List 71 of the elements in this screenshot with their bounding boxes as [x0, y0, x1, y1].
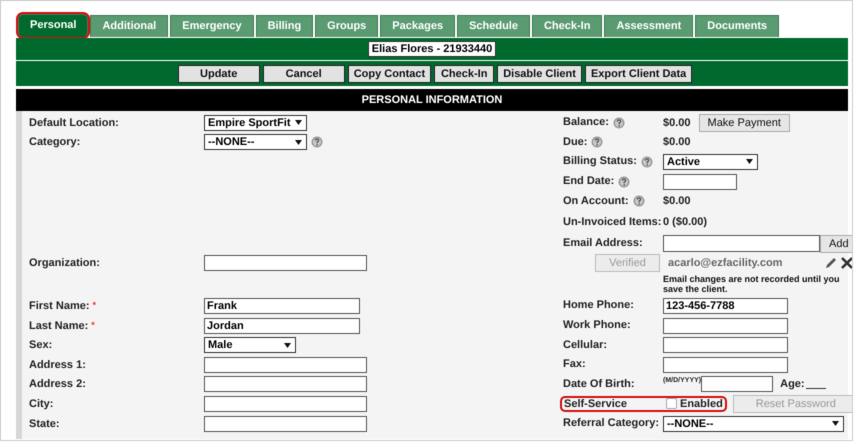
action-button[interactable]: Export Client Data: [584, 64, 692, 82]
field-label: Email Address:: [563, 238, 643, 250]
text-field[interactable]: [204, 416, 367, 432]
field-label: Last Name:: [29, 320, 88, 332]
field-label: First Name:: [29, 300, 90, 312]
field-label: Address 1:: [29, 358, 86, 371]
caret-icon: [284, 342, 291, 348]
field-label: Referral Category:: [563, 418, 659, 430]
field-label: Billing Status:: [563, 156, 637, 168]
note-text: Email changes are not recorded until you save the client.: [663, 274, 841, 295]
field-value: $0.00: [663, 136, 691, 148]
field-label: Organization:: [29, 257, 100, 270]
required-mark: *: [91, 320, 95, 330]
field-value: $0.00: [663, 116, 691, 129]
field-label: Home Phone:: [563, 300, 634, 312]
field-label: Address 2:: [29, 378, 86, 390]
dropdown[interactable]: Empire SportFit: [204, 114, 307, 131]
field-label: On Account:: [563, 196, 629, 207]
text-field[interactable]: [204, 376, 367, 392]
caret-icon: [832, 421, 839, 426]
field-label: Fax:: [563, 359, 586, 370]
field-label: City:: [29, 398, 54, 410]
required-mark: *: [92, 300, 96, 310]
caret-icon: [295, 140, 302, 145]
field-label: Self-Service: [564, 398, 628, 410]
dropdown[interactable]: Male: [204, 337, 296, 354]
text-field[interactable]: Jordan: [204, 318, 360, 334]
text-field[interactable]: [663, 174, 737, 190]
text-field[interactable]: [204, 356, 367, 373]
text-field[interactable]: [663, 337, 788, 354]
action-button[interactable]: Copy Contact: [348, 64, 432, 82]
age-label: Age:: [780, 378, 805, 390]
text-field[interactable]: Frank: [204, 298, 360, 314]
caret-icon: [295, 120, 302, 126]
action-button[interactable]: Disable Client: [497, 64, 582, 82]
dropdown[interactable]: Active: [663, 154, 758, 170]
email-address: acarlo@ezfacility.com: [668, 257, 784, 270]
close-icon: [841, 257, 852, 270]
text-field[interactable]: [663, 356, 788, 373]
caret-icon: [746, 159, 753, 164]
field-label: Work Phone:: [563, 320, 631, 332]
pencil-icon: [824, 256, 838, 270]
section-header: PERSONAL INFORMATION: [16, 89, 848, 111]
add-button[interactable]: Add: [820, 234, 852, 253]
field-label: Cellular:: [563, 340, 608, 351]
date-field[interactable]: [701, 376, 774, 392]
field-label: Un-Invoiced Items:: [563, 216, 662, 228]
text-field[interactable]: [204, 396, 367, 412]
field-label: Default Location:: [29, 116, 119, 129]
action-button[interactable]: Update: [178, 64, 260, 82]
checkbox-label: Enabled: [680, 398, 723, 410]
field-label: Date Of Birth:: [563, 378, 634, 390]
dropdown[interactable]: --NONE--: [663, 416, 844, 432]
action-button[interactable]: Check-In: [434, 64, 494, 82]
text-field[interactable]: [663, 318, 788, 334]
make-payment-button[interactable]: Make Payment: [698, 114, 790, 132]
tab[interactable]: Personal: [18, 14, 88, 37]
text-field[interactable]: [204, 255, 367, 272]
dropdown[interactable]: --NONE--: [204, 134, 307, 150]
field-label: Sex:: [29, 339, 52, 352]
action-button[interactable]: Cancel: [262, 64, 345, 82]
field-label: State:: [29, 418, 60, 430]
field-label: Due:: [563, 136, 588, 148]
field-label: Balance:: [563, 117, 609, 128]
field-value: $0.00: [663, 195, 691, 208]
email-field[interactable]: [663, 235, 820, 252]
client-name: Elias Flores - 21933440: [368, 41, 496, 57]
text-field[interactable]: 123-456-7788: [663, 298, 788, 314]
field-label: End Date:: [563, 176, 614, 188]
field-value: 0 ($0.00): [663, 216, 708, 228]
field-label: Category:: [29, 136, 80, 148]
